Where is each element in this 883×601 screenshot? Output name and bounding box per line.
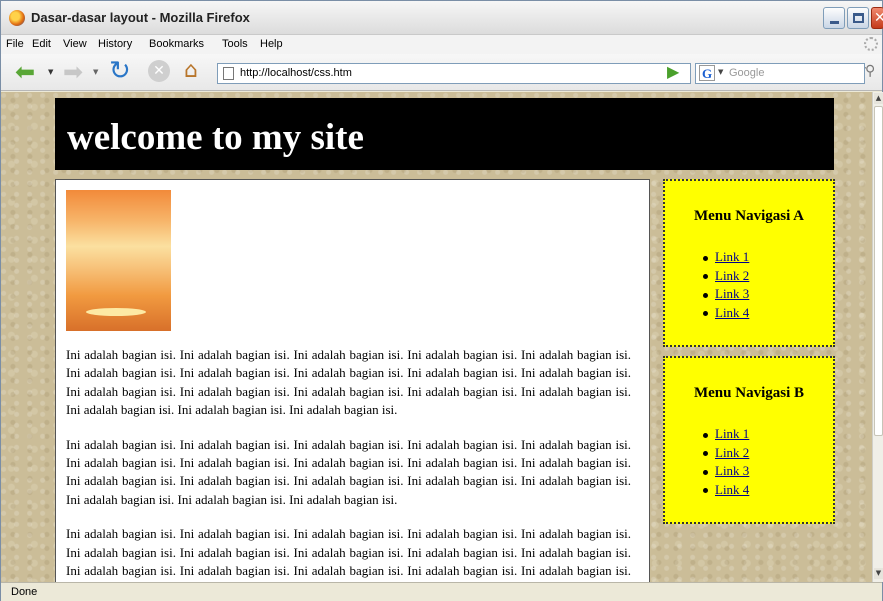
stop-icon[interactable]: ✕	[148, 60, 170, 82]
bullet-icon	[703, 488, 708, 494]
scroll-down-icon[interactable]: ▼	[874, 568, 883, 579]
menu-navigasi-b-title: Menu Navigasi B	[693, 385, 804, 401]
nav-b-link-2[interactable]: Link 2	[715, 445, 749, 460]
content-paragraphs: Ini adalah bagian isi. Ini adalah bagian…	[66, 346, 631, 582]
nav-a-link-3[interactable]: Link 3	[715, 286, 749, 301]
page-viewport: welcome to my site Ini adalah bagian isi…	[1, 92, 872, 582]
list-item: Link 2	[703, 268, 749, 287]
list-item: Link 3	[703, 286, 749, 305]
menu-tools[interactable]: Tools	[222, 38, 248, 50]
minimize-icon	[830, 21, 839, 24]
throbber-icon	[864, 37, 878, 51]
list-item: Link 2	[703, 445, 749, 464]
maximize-button[interactable]	[847, 7, 869, 29]
navigation-toolbar: ⬅ ▼ ➡ ▼ ↻ ✕ ⌂ http://localhost/css.htm ▼…	[1, 54, 882, 91]
page-icon	[223, 67, 234, 80]
title-bar: Dasar-dasar layout - Mozilla Firefox ✕	[1, 1, 883, 35]
menu-bookmarks[interactable]: Bookmarks	[149, 38, 204, 50]
minimize-button[interactable]	[823, 7, 845, 29]
site-title: welcome to my site	[67, 117, 364, 158]
menu-history[interactable]: History	[98, 38, 132, 50]
bullet-icon	[703, 274, 708, 280]
status-text: Done	[11, 586, 38, 598]
search-input[interactable]: Google	[729, 67, 764, 79]
menu-file[interactable]: File	[6, 38, 24, 50]
browser-window: Dasar-dasar layout - Mozilla Firefox ✕ F…	[0, 0, 883, 601]
content-paragraph: Ini adalah bagian isi. Ini adalah bagian…	[66, 347, 631, 418]
menu-navigasi-b-links: Link 1 Link 2 Link 3 Link 4	[703, 426, 749, 500]
scroll-up-icon[interactable]: ▲	[874, 93, 883, 104]
sun-reflection	[86, 308, 146, 316]
search-engine-dropdown-icon[interactable]: ▼	[718, 68, 723, 76]
search-magnifier-icon[interactable]: ⚲	[865, 63, 875, 79]
bullet-icon	[703, 451, 708, 457]
forward-arrow-icon[interactable]: ➡	[63, 58, 83, 86]
firefox-icon	[9, 10, 25, 26]
reload-icon[interactable]: ↻	[109, 56, 131, 86]
back-arrow-icon[interactable]: ⬅	[15, 58, 35, 86]
nav-a-link-1[interactable]: Link 1	[715, 249, 749, 264]
menu-help[interactable]: Help	[260, 38, 283, 50]
list-item: Link 4	[703, 305, 749, 324]
list-item: Link 4	[703, 482, 749, 501]
menu-bar: File Edit View History Bookmarks Tools H…	[1, 35, 882, 54]
site-header: welcome to my site	[55, 98, 834, 170]
nav-b-link-1[interactable]: Link 1	[715, 426, 749, 441]
nav-b-link-3[interactable]: Link 3	[715, 463, 749, 478]
menu-navigasi-a-links: Link 1 Link 2 Link 3 Link 4	[703, 249, 749, 323]
bullet-icon	[703, 255, 708, 261]
close-button[interactable]: ✕	[871, 7, 883, 29]
content-paragraph: Ini adalah bagian isi. Ini adalah bagian…	[66, 436, 631, 507]
search-box[interactable]: G ▼ Google	[695, 63, 865, 84]
bullet-icon	[703, 292, 708, 298]
menu-navigasi-b: Menu Navigasi B Link 1 Link 2 Link 3 Lin…	[663, 356, 835, 524]
nav-a-link-2[interactable]: Link 2	[715, 268, 749, 283]
list-item: Link 3	[703, 463, 749, 482]
bullet-icon	[703, 469, 708, 475]
url-text[interactable]: http://localhost/css.htm	[240, 67, 352, 79]
vertical-scrollbar[interactable]: ▲ ▼	[872, 92, 883, 582]
menu-navigasi-a: Menu Navigasi A Link 1 Link 2 Link 3 Lin…	[663, 179, 835, 347]
back-history-dropdown-icon[interactable]: ▼	[48, 68, 53, 76]
go-arrow-icon[interactable]: ▶	[667, 62, 679, 81]
main-content: Ini adalah bagian isi. Ini adalah bagian…	[55, 179, 650, 582]
scroll-thumb[interactable]	[874, 106, 883, 436]
address-bar[interactable]: http://localhost/css.htm ▼	[217, 63, 866, 84]
home-icon[interactable]: ⌂	[184, 58, 198, 83]
menu-edit[interactable]: Edit	[32, 38, 51, 50]
window-title: Dasar-dasar layout - Mozilla Firefox	[31, 10, 250, 25]
status-bar: Done	[1, 582, 882, 601]
bullet-icon	[703, 311, 708, 317]
bullet-icon	[703, 432, 708, 438]
nav-a-link-4[interactable]: Link 4	[715, 305, 749, 320]
menu-view[interactable]: View	[63, 38, 87, 50]
menu-navigasi-a-title: Menu Navigasi A	[693, 208, 804, 224]
close-icon: ✕	[874, 10, 883, 26]
list-item: Link 1	[703, 249, 749, 268]
search-engine-icon[interactable]: G	[699, 65, 715, 81]
nav-b-link-4[interactable]: Link 4	[715, 482, 749, 497]
sunset-image	[66, 190, 171, 331]
content-paragraph: Ini adalah bagian isi. Ini adalah bagian…	[66, 526, 631, 582]
list-item: Link 1	[703, 426, 749, 445]
maximize-icon	[853, 13, 864, 23]
forward-history-dropdown-icon[interactable]: ▼	[93, 68, 98, 76]
